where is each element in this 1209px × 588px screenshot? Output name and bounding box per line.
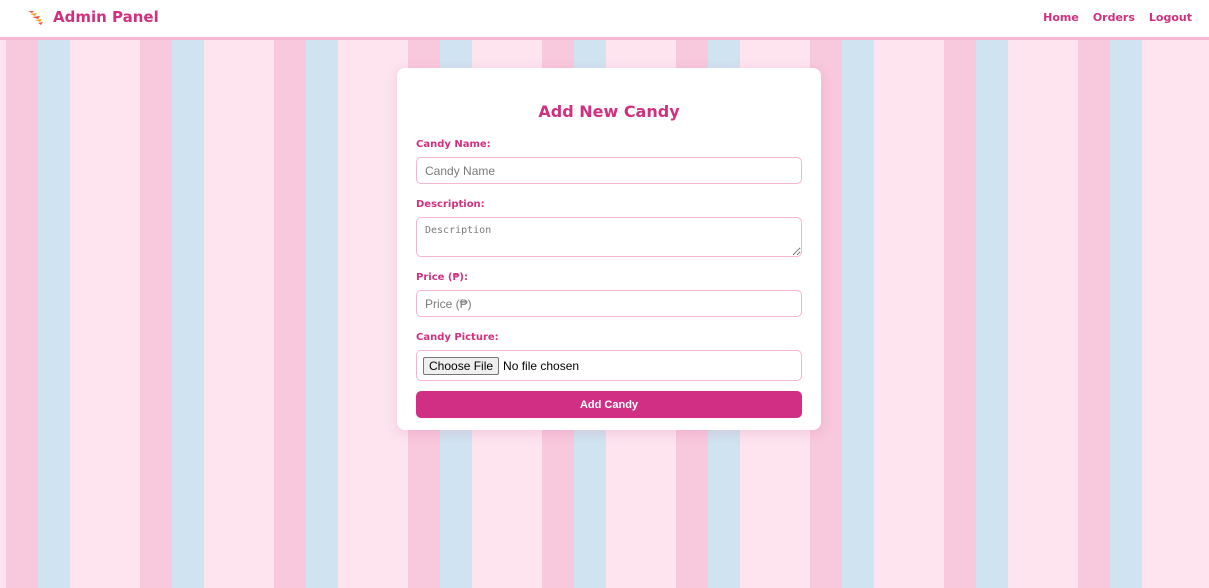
price-label: Price (₱): bbox=[416, 272, 468, 283]
price-input[interactable] bbox=[416, 290, 802, 317]
nav-links: Home Orders Logout bbox=[1043, 11, 1192, 24]
brand[interactable]: Admin Panel bbox=[26, 8, 159, 26]
nav-link-home[interactable]: Home bbox=[1043, 11, 1079, 24]
nav-link-logout[interactable]: Logout bbox=[1149, 11, 1192, 24]
file-status-text: No file chosen bbox=[503, 358, 580, 373]
add-candy-button[interactable]: Add Candy bbox=[416, 391, 802, 418]
file-upload-field[interactable]: Choose File No file chosen bbox=[416, 350, 802, 381]
choose-file-button[interactable]: Choose File bbox=[423, 356, 500, 375]
candy-name-label: Candy Name: bbox=[416, 139, 491, 150]
candy-picture-label: Candy Picture: bbox=[416, 332, 499, 343]
candy-icon bbox=[28, 11, 43, 25]
brand-title: Admin Panel bbox=[53, 8, 159, 26]
form-title: Add New Candy bbox=[538, 102, 680, 121]
description-label: Description: bbox=[416, 199, 485, 210]
description-textarea[interactable] bbox=[416, 217, 802, 257]
candy-name-input[interactable] bbox=[416, 157, 802, 184]
nav-link-orders[interactable]: Orders bbox=[1093, 11, 1135, 24]
add-candy-card: Add New Candy Candy Name: Description: P… bbox=[397, 68, 821, 430]
navbar: Admin Panel Home Orders Logout bbox=[0, 0, 1209, 40]
